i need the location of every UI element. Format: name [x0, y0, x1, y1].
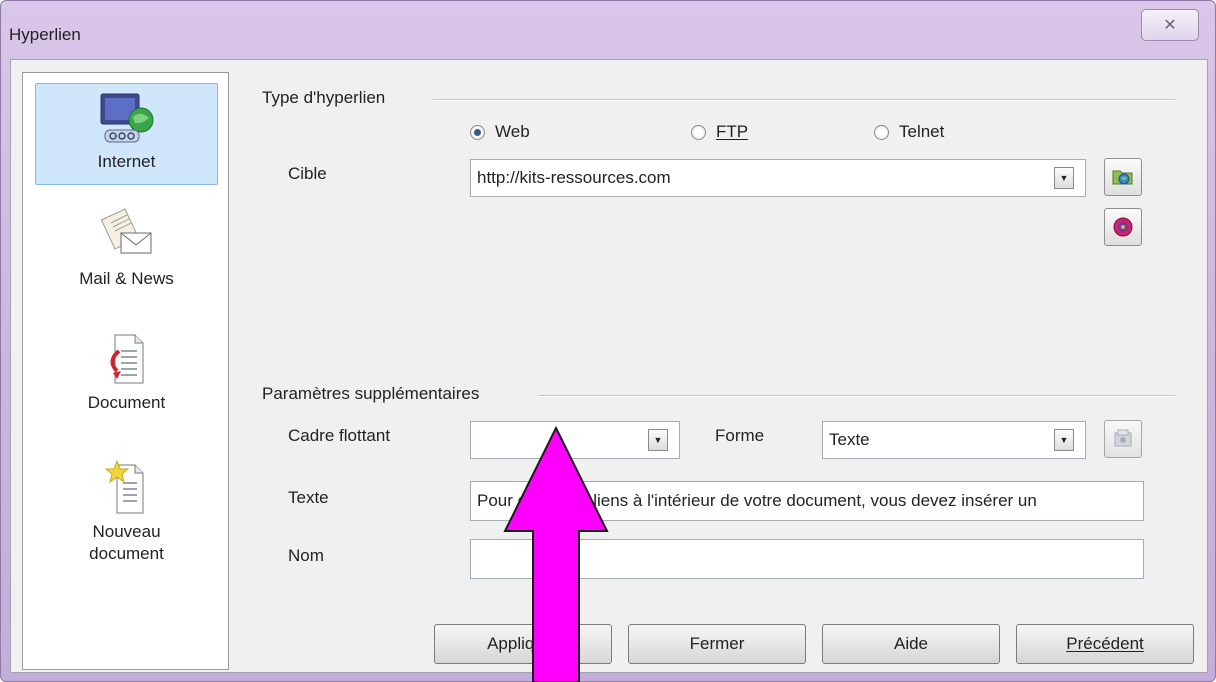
group-divider — [433, 99, 1175, 101]
target-dropdown-button[interactable]: ▼ — [1054, 167, 1074, 189]
dialog-client-area: Internet Mail & News Document Nouveau do… — [10, 59, 1208, 673]
radio-telnet-indicator[interactable] — [874, 124, 889, 140]
name-label: Nom — [288, 546, 324, 565]
close-icon: ✕ — [1163, 17, 1177, 34]
apply-button[interactable]: Appliquer — [434, 624, 612, 664]
radio-telnet[interactable]: Telnet — [874, 122, 944, 142]
target-url-combobox[interactable]: http://kits-ressources.com — [470, 159, 1086, 197]
sidebar-item-document[interactable]: Document — [35, 329, 218, 429]
help-button-label: Aide — [893, 634, 929, 653]
text-label: Texte — [288, 488, 329, 507]
frame-label: Cadre flottant — [288, 426, 391, 445]
radio-ftp-indicator[interactable] — [691, 124, 706, 140]
form-events-button[interactable] — [1104, 420, 1142, 458]
radio-web-label: Web — [495, 122, 530, 141]
sidebar-item-mail-news[interactable]: Mail & News — [35, 205, 218, 305]
title-bar: Hyperlien ✕ — [1, 1, 1215, 59]
sidebar-item-label: document — [89, 544, 164, 563]
form-label: Forme — [715, 426, 765, 445]
document-icon — [110, 334, 143, 384]
previous-button[interactable]: Précédent — [1016, 624, 1194, 664]
mail-news-icon — [100, 208, 151, 254]
new-document-icon — [104, 459, 143, 514]
form-combobox[interactable]: Texte — [822, 421, 1086, 459]
sidebar-item-internet[interactable]: Internet — [35, 83, 218, 185]
chevron-down-icon: ▼ — [1059, 435, 1069, 445]
sidebar-item-label: Document — [87, 393, 166, 412]
group-divider — [538, 395, 1175, 397]
text-value: Pour créer des liens à l'intérieur de vo… — [477, 491, 1037, 510]
sidebar-item-label: Internet — [97, 152, 156, 171]
form-value: Texte — [829, 430, 870, 449]
target-label: Cible — [288, 164, 327, 183]
sidebar-item-new-document[interactable]: Nouveau document — [35, 457, 218, 577]
macro-icon — [1114, 429, 1132, 447]
apply-button-label: Appliquer — [487, 634, 559, 653]
close-dialog-button[interactable]: Fermer — [628, 624, 806, 664]
previous-button-label: Précédent — [1066, 634, 1144, 653]
chevron-down-icon: ▼ — [1059, 173, 1069, 183]
text-input[interactable]: Pour créer des liens à l'intérieur de vo… — [470, 481, 1144, 521]
browse-button[interactable] — [1104, 158, 1142, 196]
radio-telnet-label: Telnet — [899, 122, 945, 141]
additional-settings-group-label: Paramètres supplémentaires — [262, 384, 480, 403]
open-folder-icon — [1112, 170, 1133, 185]
window-title: Hyperlien — [9, 25, 81, 44]
radio-web-indicator[interactable] — [470, 124, 485, 140]
help-button[interactable]: Aide — [822, 624, 1000, 664]
hyperlink-category-sidebar: Internet Mail & News Document Nouveau do… — [22, 72, 229, 670]
form-dropdown-button[interactable]: ▼ — [1054, 429, 1074, 451]
radio-web[interactable]: Web — [470, 122, 530, 142]
name-input[interactable] — [470, 539, 1144, 579]
radio-ftp-label: FTP — [716, 122, 749, 141]
target-circle-icon — [1113, 217, 1133, 237]
internet-globe-icon — [100, 93, 153, 143]
close-button[interactable]: ✕ — [1141, 9, 1199, 41]
events-button[interactable] — [1104, 208, 1142, 246]
hyperlink-type-group-label: Type d'hyperlien — [262, 88, 386, 107]
close-button-label: Fermer — [689, 634, 745, 653]
sidebar-item-label: Mail & News — [79, 269, 174, 288]
radio-ftp[interactable]: FTP — [691, 122, 748, 142]
chevron-down-icon: ▼ — [653, 435, 663, 445]
target-url-value: http://kits-ressources.com — [477, 168, 671, 187]
hyperlink-dialog: Hyperlien ✕ Internet Mail & News Documen… — [0, 0, 1216, 682]
sidebar-item-label: Nouveau — [92, 522, 161, 541]
frame-dropdown-button[interactable]: ▼ — [648, 429, 668, 451]
